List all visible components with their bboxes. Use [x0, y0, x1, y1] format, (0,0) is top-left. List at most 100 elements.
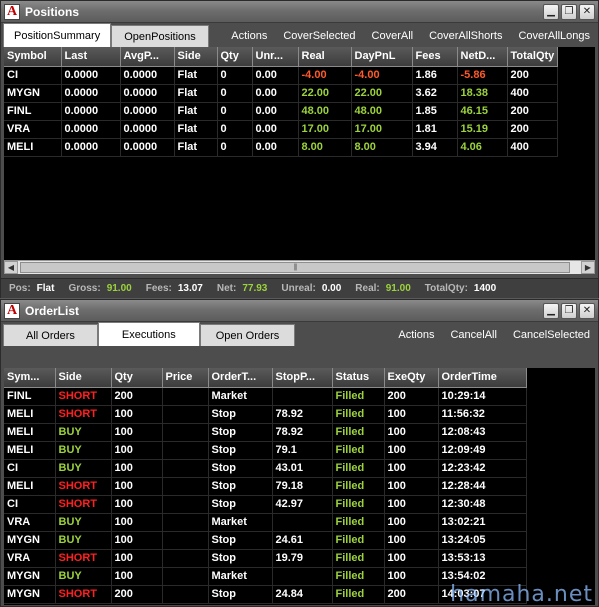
column-header[interactable]: Real — [298, 47, 352, 67]
cell-total: 200 — [507, 120, 559, 139]
table-row[interactable]: MELI BUY 100 Stop 79.1 Filled 100 12:09:49 — [4, 441, 527, 460]
cover-all-button[interactable]: CoverAll — [364, 30, 422, 42]
cell-price — [162, 585, 209, 604]
table-row[interactable]: MYGN BUY 100 Market Filled 100 13:54:02 — [4, 567, 527, 586]
tab-open-positions[interactable]: OpenPositions — [111, 25, 209, 47]
unreal-value: 0.00 — [321, 283, 342, 294]
cell-type: Market — [208, 567, 273, 586]
column-header[interactable]: OrderTime — [438, 368, 527, 388]
close-icon[interactable]: ✕ — [579, 302, 595, 319]
positions-statusbar: Pos: Flat Gross: 91.00 Fees: 13.07 Net: … — [1, 278, 598, 298]
cell-exe: 100 — [384, 423, 439, 442]
cell-exe: 100 — [384, 495, 439, 514]
column-header[interactable]: Qty — [111, 368, 163, 388]
column-header[interactable]: ExeQty — [384, 368, 439, 388]
cell-price — [162, 477, 209, 496]
table-row[interactable]: MELI SHORT 100 Stop 79.18 Filled 100 12:28:44 — [4, 477, 527, 496]
cell-stop: 24.61 — [272, 531, 333, 550]
column-header[interactable]: Side — [174, 47, 218, 67]
column-header[interactable]: DayPnL — [351, 47, 413, 67]
cancel-all-button[interactable]: CancelAll — [442, 329, 504, 341]
table-row[interactable]: VRA 0.0000 0.0000 Flat 0 0.00 17.00 17.00 1.81 15… — [4, 120, 559, 139]
restore-icon[interactable]: ❐ — [561, 302, 577, 319]
cell-sym: MELI — [4, 477, 56, 496]
table-row[interactable]: CI 0.0000 0.0000 Flat 0 0.00 -4.00 -4.00 1.86 -5.… — [4, 66, 559, 85]
table-row[interactable]: FINL 0.0000 0.0000 Flat 0 0.00 48.00 48.00 1.85 4… — [4, 102, 559, 121]
close-icon[interactable]: ✕ — [579, 3, 595, 20]
table-row[interactable]: MELI 0.0000 0.0000 Flat 0 0.00 8.00 8.00 3.94 4.0… — [4, 138, 559, 157]
scroll-right-icon[interactable]: ▶ — [581, 261, 595, 274]
actions-menu[interactable]: Actions — [223, 30, 275, 42]
cell-fees: 3.94 — [412, 138, 458, 157]
column-header[interactable]: Symbol — [4, 47, 62, 67]
cell-fees: 1.81 — [412, 120, 458, 139]
column-header[interactable]: StopP... — [272, 368, 333, 388]
cell-symbol: FINL — [4, 102, 62, 121]
cell-stop — [272, 387, 333, 406]
table-row[interactable]: MYGN 0.0000 0.0000 Flat 0 0.00 22.00 22.00 3.62 1… — [4, 84, 559, 103]
column-header[interactable]: OrderT... — [208, 368, 273, 388]
cell-price — [162, 549, 209, 568]
cell-qty: 100 — [111, 495, 163, 514]
scroll-left-icon[interactable]: ◀ — [4, 261, 18, 274]
table-row[interactable]: VRA SHORT 100 Stop 19.79 Filled 100 13:53:13 — [4, 549, 527, 568]
table-row[interactable]: MYGN BUY 100 Stop 24.61 Filled 100 13:24:05 — [4, 531, 527, 550]
cell-sym: MYGN — [4, 585, 56, 604]
restore-icon[interactable]: ❐ — [561, 3, 577, 20]
positions-hscrollbar[interactable]: ◀ ||| ▶ — [4, 260, 595, 274]
unreal-label: Unreal: — [281, 283, 316, 294]
cover-selected-button[interactable]: CoverSelected — [275, 30, 363, 42]
cell-sym: MYGN — [4, 567, 56, 586]
gross-value: 91.00 — [106, 283, 132, 294]
cancel-selected-button[interactable]: CancelSelected — [505, 329, 598, 341]
cell-time: 12:09:49 — [438, 441, 527, 460]
tab-executions[interactable]: Executions — [97, 322, 200, 346]
table-row[interactable]: CI SHORT 100 Stop 42.97 Filled 100 12:30:48 — [4, 495, 527, 514]
column-header[interactable]: AvgP... — [120, 47, 175, 67]
tab-open-orders[interactable]: Open Orders — [199, 324, 296, 346]
table-row[interactable]: MELI BUY 100 Stop 78.92 Filled 100 12:08:43 — [4, 423, 527, 442]
cell-sym: MELI — [4, 423, 56, 442]
positions-titlebar[interactable]: A Positions ▁ ❐ ✕ — [1, 1, 598, 23]
cover-all-longs-button[interactable]: CoverAllLongs — [510, 30, 598, 42]
table-row[interactable]: CI BUY 100 Stop 43.01 Filled 100 12:23:42 — [4, 459, 527, 478]
column-header[interactable]: Last — [61, 47, 121, 67]
tab-position-summary[interactable]: PositionSummary — [3, 23, 112, 47]
cell-stop: 24.84 — [272, 585, 333, 604]
table-row[interactable]: FINL SHORT 200 Market Filled 200 10:29:14 — [4, 387, 527, 406]
column-header[interactable]: TotalQty — [507, 47, 559, 67]
cell-status: Filled — [332, 531, 385, 550]
actions-menu[interactable]: Actions — [390, 329, 442, 341]
column-header[interactable]: Side — [55, 368, 112, 388]
column-header[interactable]: Unr... — [252, 47, 299, 67]
cell-type: Stop — [208, 441, 273, 460]
minimize-icon[interactable]: ▁ — [543, 3, 559, 20]
column-header[interactable]: Status — [332, 368, 385, 388]
cell-price — [162, 531, 209, 550]
orders-grid: Sym... Side Qty Price OrderT... StopP... Statu… — [4, 368, 595, 605]
cell-fees: 1.86 — [412, 66, 458, 85]
cell-time: 12:30:48 — [438, 495, 527, 514]
orderlist-toolbar: All Orders Executions Open Orders Action… — [1, 322, 598, 346]
fees-label: Fees: — [145, 283, 172, 294]
orderlist-titlebar[interactable]: A OrderList ▁ ❐ ✕ — [1, 300, 598, 322]
scroll-track[interactable]: ||| — [18, 261, 581, 274]
table-row[interactable]: MELI SHORT 100 Stop 78.92 Filled 100 11:56:32 — [4, 405, 527, 424]
scroll-thumb[interactable]: ||| — [20, 262, 570, 273]
column-header[interactable]: Price — [162, 368, 209, 388]
table-row[interactable]: MYGN SHORT 200 Stop 24.84 Filled 200 14:03:07 — [4, 585, 527, 604]
cover-all-shorts-button[interactable]: CoverAllShorts — [421, 30, 510, 42]
column-header[interactable]: Qty — [217, 47, 253, 67]
tab-all-orders[interactable]: All Orders — [3, 324, 98, 346]
cell-exe: 100 — [384, 477, 439, 496]
cell-type: Market — [208, 387, 273, 406]
cell-qty: 100 — [111, 459, 163, 478]
table-row[interactable]: VRA BUY 100 Market Filled 100 13:02:21 — [4, 513, 527, 532]
column-header[interactable]: NetD... — [457, 47, 508, 67]
minimize-icon[interactable]: ▁ — [543, 302, 559, 319]
cell-stop: 19.79 — [272, 549, 333, 568]
column-header[interactable]: Fees — [412, 47, 458, 67]
cell-real: 17.00 — [298, 120, 352, 139]
column-header[interactable]: Sym... — [4, 368, 56, 388]
cell-exe: 100 — [384, 567, 439, 586]
